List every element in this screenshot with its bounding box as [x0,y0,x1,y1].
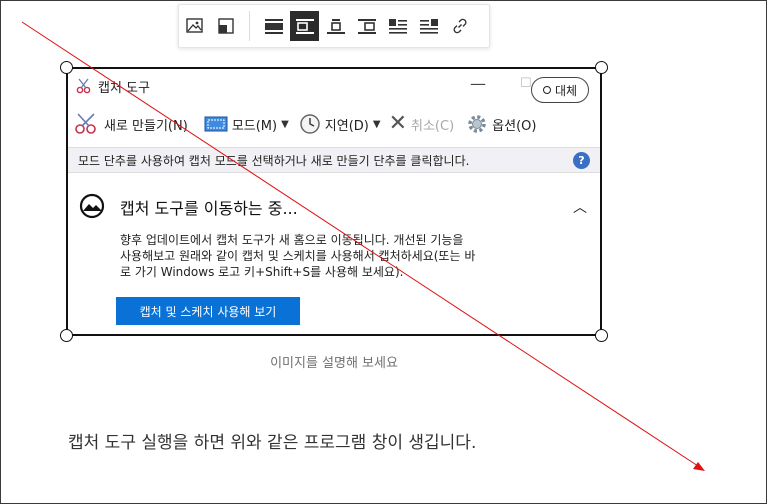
dropdown-caret-icon: ▼ [281,118,289,130]
mode-button: 모드(M) ▼ [204,115,289,134]
paragraph-text[interactable]: 캡처 도구 실행을 하면 위와 같은 프로그램 창이 생깁니다. [68,428,476,453]
scissors-icon [76,78,91,94]
notice-title: 캡처 도구를 이동하는 중... [120,199,298,218]
maximize-icon: ☐ [520,76,532,91]
clock-icon [300,114,320,134]
notice-body-line: 로 가기 Windows 로고 키+Shift+S를 사용해 보세요). [120,265,404,279]
align-wide-icon [264,19,283,34]
resize-handle-top-right[interactable] [595,61,608,74]
resize-handle-bottom-right[interactable] [595,329,608,342]
image-caption-input[interactable]: 이미지를 설명해 보세요 [0,352,668,371]
align-left-button[interactable] [290,11,319,41]
try-snip-sketch-button: 캡처 및 스케치 사용해 보기 [116,297,300,325]
hint-text: 모드 단추를 사용하여 캡처 모드를 선택하거나 새로 만들기 단추를 클릭합니… [78,153,470,168]
circle-icon [542,86,551,94]
scissors-icon [75,113,96,134]
new-snip-label: 새로 만들기(N) [104,118,188,134]
cancel-button: ✕ 취소(C) [388,111,455,136]
link-icon [453,18,466,34]
wrap-left-button[interactable] [383,11,412,41]
cancel-label: 취소(C) [411,118,455,134]
alt-text-label: 대체 [554,83,578,98]
delay-label: 지연(D) [324,118,369,134]
resize-handle-bottom-left[interactable] [60,329,73,342]
resize-handle-top-left[interactable] [60,61,73,74]
notice-body: 향후 업데이트에서 캡처 도구가 새 홈으로 이동됩니다. 개선된 기능을 사용… [120,232,560,280]
wrap-right-button[interactable] [414,11,443,41]
align-wide-button[interactable] [259,11,288,41]
align-center-button[interactable] [321,11,350,41]
x-icon: ✕ [388,111,408,136]
options-label: 옵션(O) [492,118,537,134]
align-left-icon [295,19,314,34]
alt-text-button[interactable]: 대체 [531,77,589,103]
dropdown-caret-icon: ▼ [372,118,381,130]
align-center-icon [326,19,345,34]
image-resize-button[interactable] [211,11,240,41]
minimize-icon: — [470,74,486,93]
image-block-toolbar [178,4,490,48]
mode-label: 모드(M) [231,118,278,134]
toolbar-divider [249,11,250,41]
hint-bar: 모드 단추를 사용하여 캡처 모드를 선택하거나 새로 만들기 단추를 클릭합니… [68,147,600,173]
new-snip-button: 새로 만들기(N) [74,113,188,135]
wrap-right-icon [419,19,438,34]
delay-button: 지연(D) ▼ [299,113,381,135]
notice-body-line: 사용해보고 원래와 같이 캡처 및 스케치를 사용해서 캡처하세요(또는 바 [120,249,476,263]
image-resize-icon [217,18,234,34]
selected-image[interactable]: 캡처 도구 — ☐ ✕ 대체 새로 만들기(N) 모드(M) ▼ 지연(D) ▼… [66,67,602,336]
rectangle-mode-icon [204,116,228,132]
snip-window-titlebar: 캡처 도구 [76,75,150,97]
help-icon: ? [573,152,590,169]
snip-window-title: 캡처 도구 [98,80,150,96]
align-right-button[interactable] [352,11,381,41]
image-edit-button[interactable] [180,11,209,41]
options-button: 옵션(O) [466,113,536,135]
snip-sketch-icon [79,193,105,219]
notice-body-line: 향후 업데이트에서 캡처 도구가 새 홈으로 이동됩니다. 개선된 기능을 [120,233,464,247]
gear-icon [468,115,486,133]
image-edit-icon [185,18,203,33]
wrap-left-icon [388,19,407,34]
insert-link-button[interactable] [445,11,474,41]
snip-toolbar: 새로 만들기(N) 모드(M) ▼ 지연(D) ▼ ✕ 취소(C) 옵션(O) [68,107,600,141]
align-right-icon [357,19,376,34]
chevron-up-icon: ︿ [573,200,587,216]
